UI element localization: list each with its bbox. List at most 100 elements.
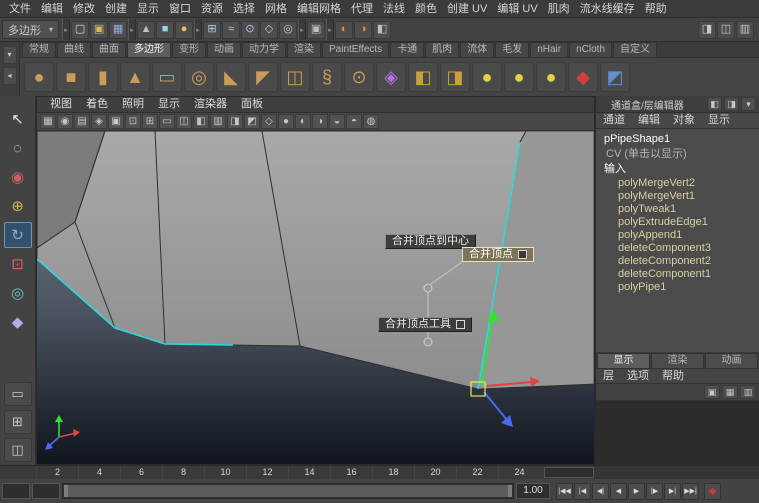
vp-film-gate-icon[interactable]: ▭ <box>159 114 175 129</box>
sidebar-attr-editor-icon[interactable]: ◨ <box>698 21 716 39</box>
new-empty-layer-icon[interactable]: ▣ <box>704 385 720 399</box>
go-to-end-button[interactable]: ▶▶| <box>682 483 699 500</box>
layer-list[interactable] <box>596 401 759 465</box>
cb-settings-icon[interactable]: ▾ <box>741 97 756 111</box>
go-to-start-button[interactable]: |◀◀ <box>556 483 573 500</box>
channel-box-menu-item[interactable]: 编辑 <box>638 113 660 128</box>
menu-item[interactable]: 文件 <box>4 0 36 18</box>
shelf-tab[interactable]: PaintEffects <box>322 42 389 57</box>
vp-gate-mask-icon[interactable]: ◧ <box>193 114 209 129</box>
statusline-separator[interactable]: ▸ <box>298 19 306 40</box>
layout-single-pane-button[interactable]: ▭ <box>4 382 32 406</box>
layer-editor-menu-item[interactable]: 层 <box>603 369 614 384</box>
layer-editor-tab[interactable]: 显示 <box>597 353 650 369</box>
shelf-tab[interactable]: 动画 <box>207 42 241 57</box>
shape-node-name[interactable]: pPipeShape1 <box>596 132 759 147</box>
vp-xray-icon[interactable]: ◍ <box>363 114 379 129</box>
poly-soccer-icon[interactable]: ⊙ <box>344 62 374 92</box>
shelf-tab[interactable]: nHair <box>530 42 568 57</box>
step-forward-frame-button[interactable]: ▶| <box>664 483 681 500</box>
poly-cone-icon[interactable]: ▲ <box>120 62 150 92</box>
playback-speed-field[interactable]: 1.00 <box>516 483 550 499</box>
viewport-menu-item[interactable]: 照明 <box>115 97 151 112</box>
shelf-tab[interactable]: 肌肉 <box>425 42 459 57</box>
poly-torus-icon[interactable]: ◎ <box>184 62 214 92</box>
layer-editor-tab[interactable]: 渲染 <box>651 353 704 369</box>
statusline-separator[interactable]: ▸ <box>128 19 136 40</box>
shelf-hide-icon[interactable]: ◂ <box>3 67 17 85</box>
rotate-tool[interactable]: ↻ <box>4 222 32 248</box>
input-node-item[interactable]: deleteComponent2 <box>596 255 759 268</box>
marking-menu-item-merge-vertices[interactable]: 合并顶点 <box>462 247 534 262</box>
input-node-item[interactable]: polyExtrudeEdge1 <box>596 216 759 229</box>
poly-pyramid-icon[interactable]: ◤ <box>248 62 278 92</box>
layout-four-pane-button[interactable]: ⊞ <box>4 410 32 434</box>
layout-split-button[interactable]: ◫ <box>4 438 32 462</box>
viewport-menu-item[interactable]: 着色 <box>79 97 115 112</box>
menu-item[interactable]: 网格 <box>260 0 292 18</box>
vp-shadows-icon[interactable]: ◒ <box>329 114 345 129</box>
cb-speed-icon[interactable]: ◨ <box>724 97 739 111</box>
play-forwards-button[interactable]: ▶ <box>628 483 645 500</box>
vp-image-plane-icon[interactable]: ▣ <box>108 114 124 129</box>
vp-safe-action-icon[interactable]: ◨ <box>227 114 243 129</box>
vp-bookmark-icon[interactable]: ◈ <box>91 114 107 129</box>
new-scene-icon[interactable]: ▢ <box>71 21 89 39</box>
shelf-tab[interactable]: 毛发 <box>495 42 529 57</box>
menu-item[interactable]: 选择 <box>228 0 260 18</box>
step-back-key-button[interactable]: ◀| <box>592 483 609 500</box>
input-node-item[interactable]: polyTweak1 <box>596 203 759 216</box>
select-component-icon[interactable]: ● <box>175 21 193 39</box>
menu-item[interactable]: 编辑 UV <box>492 0 542 18</box>
menu-item[interactable]: 帮助 <box>640 0 672 18</box>
menu-item[interactable]: 编辑网格 <box>292 0 346 18</box>
poly-platonic-icon[interactable]: ◈ <box>376 62 406 92</box>
poly-plane-icon[interactable]: ▭ <box>152 62 182 92</box>
sidebar-channel-box-icon[interactable]: ▥ <box>736 21 754 39</box>
menu-item[interactable]: 肌肉 <box>543 0 575 18</box>
poly-cube-icon[interactable]: ■ <box>56 62 86 92</box>
menu-item[interactable]: 修改 <box>68 0 100 18</box>
auto-keyframe-toggle[interactable]: ◆ <box>704 483 721 500</box>
layer-editor-menu-item[interactable]: 选项 <box>627 369 649 384</box>
range-start-field[interactable] <box>2 483 30 499</box>
menu-set-dropdown[interactable]: 多边形 ▾ <box>2 20 59 39</box>
vp-textured-icon[interactable]: ◐ <box>295 114 311 129</box>
viewport-menu-item[interactable]: 显示 <box>151 97 187 112</box>
construction-history-icon[interactable]: ▣ <box>307 21 325 39</box>
statusline-separator[interactable]: ▸ <box>62 19 70 40</box>
menu-item[interactable]: 颜色 <box>410 0 442 18</box>
make-live-icon[interactable]: ◎ <box>279 21 297 39</box>
viewport-menu-item[interactable]: 渲染器 <box>187 97 234 112</box>
vp-lights-icon[interactable]: ◑ <box>312 114 328 129</box>
statusline-separator[interactable]: ▸ <box>326 19 334 40</box>
vp-shaded-icon[interactable]: ● <box>278 114 294 129</box>
statusline-separator[interactable]: ▸ <box>194 19 202 40</box>
step-back-frame-button[interactable]: |◀ <box>574 483 591 500</box>
shelf-tab[interactable]: 自定义 <box>613 42 657 57</box>
cv-hint-label[interactable]: CV (单击以显示) <box>596 147 759 162</box>
option-box-icon[interactable] <box>518 250 527 259</box>
viewport-menu-item[interactable]: 面板 <box>234 97 270 112</box>
vp-select-camera-icon[interactable]: ▦ <box>40 114 56 129</box>
lasso-tool[interactable]: ◌ <box>4 135 32 161</box>
input-node-item[interactable]: deleteComponent3 <box>596 242 759 255</box>
select-object-icon[interactable]: ■ <box>156 21 174 39</box>
save-scene-icon[interactable]: ▦ <box>109 21 127 39</box>
open-scene-icon[interactable]: ▣ <box>90 21 108 39</box>
menu-item[interactable]: 资源 <box>196 0 228 18</box>
viewport-canvas[interactable]: 合并顶点到中心 合并顶点 合并顶点工具 <box>37 131 594 464</box>
reduce-icon[interactable]: ● <box>504 62 534 92</box>
new-layer-from-selected-icon[interactable]: ▦ <box>722 385 738 399</box>
vp-wireframe-icon[interactable]: ◇ <box>261 114 277 129</box>
poly-cylinder-icon[interactable]: ▮ <box>88 62 118 92</box>
range-min-field[interactable] <box>32 483 60 499</box>
select-hierarchy-icon[interactable]: ▲ <box>137 21 155 39</box>
marking-menu-item-merge-vertex-tool[interactable]: 合并顶点工具 <box>378 317 472 332</box>
sidebar-tool-settings-icon[interactable]: ◫ <box>717 21 735 39</box>
channel-box-menu-item[interactable]: 通道 <box>603 113 625 128</box>
vp-grid-icon[interactable]: ⊞ <box>142 114 158 129</box>
scale-tool[interactable]: ⊡ <box>4 251 32 277</box>
shelf-tab[interactable]: 变形 <box>172 42 206 57</box>
vp-ao-icon[interactable]: ◓ <box>346 114 362 129</box>
